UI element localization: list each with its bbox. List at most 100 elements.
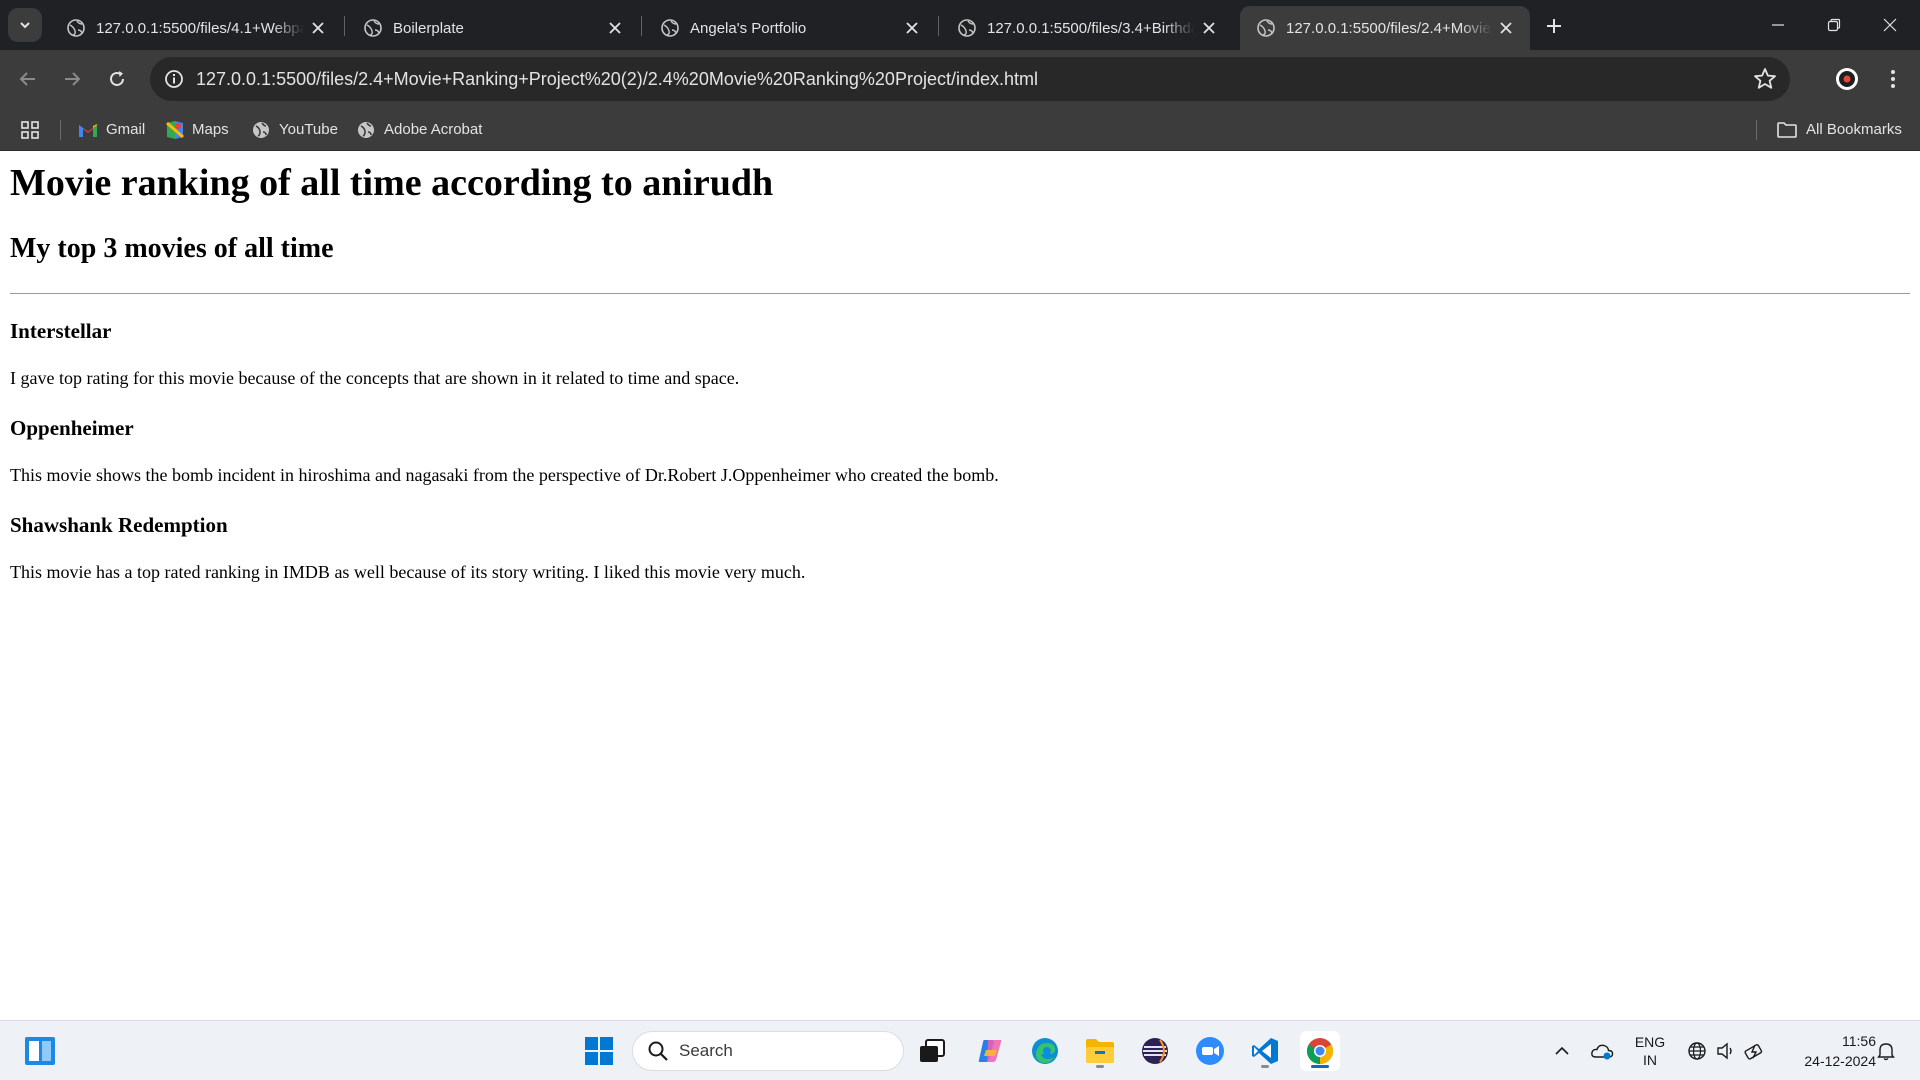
- browser-window-frame: 127.0.0.1:5500/files/4.1+Webpage Boilerp…: [0, 0, 1920, 151]
- movie-description: This movie has a top rated ranking in IM…: [10, 562, 806, 582]
- clock-time: 11:56: [1842, 1033, 1876, 1049]
- eclipse-button[interactable]: [1135, 1031, 1175, 1071]
- region-label: IN: [1643, 1052, 1657, 1068]
- bell-icon: [1877, 1043, 1895, 1061]
- close-tab-icon[interactable]: [1195, 14, 1223, 42]
- reload-icon: [110, 71, 124, 86]
- arrow-left-icon: [19, 72, 35, 86]
- bookmark-label: YouTube: [279, 121, 338, 138]
- page-subheading: My top 3 movies of all time: [10, 233, 334, 264]
- tab-title: Boilerplate: [393, 19, 464, 37]
- profile-button[interactable]: [1831, 63, 1863, 95]
- apps-button[interactable]: [20, 108, 48, 151]
- close-window-button[interactable]: [1862, 0, 1918, 50]
- vscode-icon: [1252, 1038, 1278, 1064]
- bookmark-gmail[interactable]: Gmail: [78, 108, 145, 151]
- globe-icon: [1257, 19, 1275, 37]
- bookmark-label: Gmail: [106, 121, 146, 138]
- movie-title: Shawshank Redemption: [10, 513, 228, 537]
- reload-button[interactable]: [101, 63, 133, 95]
- network-button[interactable]: [1684, 1021, 1710, 1080]
- clock-date: 24-12-2024: [1804, 1053, 1876, 1069]
- bookmark-youtube[interactable]: YouTube: [251, 108, 338, 151]
- volume-button[interactable]: [1713, 1021, 1739, 1080]
- speaker-icon: [1717, 1042, 1732, 1060]
- maps-icon: [166, 120, 184, 139]
- forward-button[interactable]: [56, 63, 88, 95]
- task-view-button[interactable]: [912, 1031, 952, 1071]
- globe-icon: [958, 19, 976, 37]
- minimize-icon: [1772, 24, 1784, 26]
- edge-button[interactable]: [1025, 1031, 1065, 1071]
- file-explorer-button[interactable]: [1080, 1031, 1120, 1071]
- bookmark-label: Adobe Acrobat: [384, 121, 483, 138]
- tab-movie-ranking[interactable]: 127.0.0.1:5500/files/2.4+Movie+Ranking: [1240, 6, 1530, 50]
- all-bookmarks-label: All Bookmarks: [1806, 121, 1902, 138]
- movie-description: This movie shows the bomb incident in hi…: [10, 465, 999, 485]
- language-indicator[interactable]: ENG IN: [1628, 1021, 1672, 1080]
- movie-title: Interstellar: [10, 319, 112, 343]
- tab-webpage[interactable]: 127.0.0.1:5500/files/4.1+Webpage: [50, 6, 342, 50]
- tab-title: 127.0.0.1:5500/files/3.4+Birthday: [987, 19, 1195, 37]
- close-tab-icon[interactable]: [1492, 14, 1520, 42]
- tab-search-button[interactable]: [8, 8, 42, 42]
- language-label: ENG: [1634, 1034, 1666, 1050]
- cloud-icon: [1591, 1044, 1614, 1060]
- tab-title: 127.0.0.1:5500/files/4.1+Webpage: [96, 19, 304, 37]
- chrome-menu-button[interactable]: [1877, 63, 1909, 95]
- tab-portfolio[interactable]: Angela's Portfolio: [644, 6, 936, 50]
- bookmark-star-icon[interactable]: [1752, 66, 1778, 92]
- tab-separator: [641, 16, 642, 36]
- close-icon: [1883, 18, 1897, 32]
- arrow-right-icon: [65, 72, 81, 86]
- search-icon: [648, 1041, 668, 1061]
- tab-title: 127.0.0.1:5500/files/2.4+Movie+Ranking: [1286, 19, 1492, 37]
- folder-icon: [1777, 121, 1797, 138]
- plus-icon: [1547, 19, 1561, 33]
- globe-icon: [661, 19, 679, 37]
- bookmarks-separator: [1756, 120, 1757, 140]
- minimize-button[interactable]: [1750, 0, 1806, 50]
- onedrive-button[interactable]: [1587, 1021, 1617, 1080]
- more-vertical-icon: [1891, 70, 1895, 88]
- tab-separator: [344, 16, 345, 36]
- start-button[interactable]: [579, 1031, 619, 1071]
- chevron-down-icon: [20, 22, 30, 29]
- bookmark-maps[interactable]: Maps: [166, 108, 229, 151]
- close-tab-icon[interactable]: [601, 14, 629, 42]
- widgets-button[interactable]: [20, 1031, 60, 1071]
- info-icon[interactable]: [162, 67, 186, 91]
- close-tab-icon[interactable]: [898, 14, 926, 42]
- running-indicator: [1311, 1065, 1329, 1068]
- profile-icon: [1836, 68, 1858, 90]
- bookmark-adobe-acrobat[interactable]: Adobe Acrobat: [356, 108, 482, 151]
- chevron-up-icon: [1555, 1046, 1569, 1055]
- new-tab-button[interactable]: [1538, 10, 1570, 42]
- address-bar[interactable]: 127.0.0.1:5500/files/2.4+Movie+Ranking+P…: [150, 57, 1790, 101]
- clock[interactable]: 11:56 24-12-2024: [1780, 1021, 1876, 1080]
- task-view-icon: [920, 1039, 945, 1062]
- tab-boilerplate[interactable]: Boilerplate: [347, 6, 639, 50]
- show-hidden-icons-button[interactable]: [1550, 1021, 1574, 1080]
- page-heading: Movie ranking of all time according to a…: [10, 162, 774, 204]
- vscode-button[interactable]: [1245, 1031, 1285, 1071]
- back-button[interactable]: [12, 63, 44, 95]
- zoom-button[interactable]: [1190, 1031, 1230, 1071]
- restore-button[interactable]: [1806, 0, 1862, 50]
- notifications-button[interactable]: [1874, 1021, 1898, 1080]
- web-page-content: Movie ranking of all time according to a…: [0, 151, 1920, 1020]
- search-label: Search: [679, 1041, 733, 1060]
- edge-icon: [1032, 1038, 1058, 1064]
- chrome-button[interactable]: [1300, 1031, 1340, 1071]
- battery-button[interactable]: [1742, 1021, 1768, 1080]
- folder-icon: [1086, 1039, 1114, 1063]
- tab-title: Angela's Portfolio: [690, 19, 807, 37]
- chrome-icon: [1306, 1038, 1334, 1065]
- taskbar-search[interactable]: Search: [632, 1031, 904, 1071]
- running-indicator: [1096, 1065, 1104, 1068]
- close-tab-icon[interactable]: [304, 14, 332, 42]
- copilot-button[interactable]: [970, 1031, 1010, 1071]
- tab-birthday[interactable]: 127.0.0.1:5500/files/3.4+Birthday: [941, 6, 1233, 50]
- all-bookmarks-button[interactable]: All Bookmarks: [1776, 108, 1902, 151]
- movie-description: I gave top rating for this movie because…: [10, 368, 740, 388]
